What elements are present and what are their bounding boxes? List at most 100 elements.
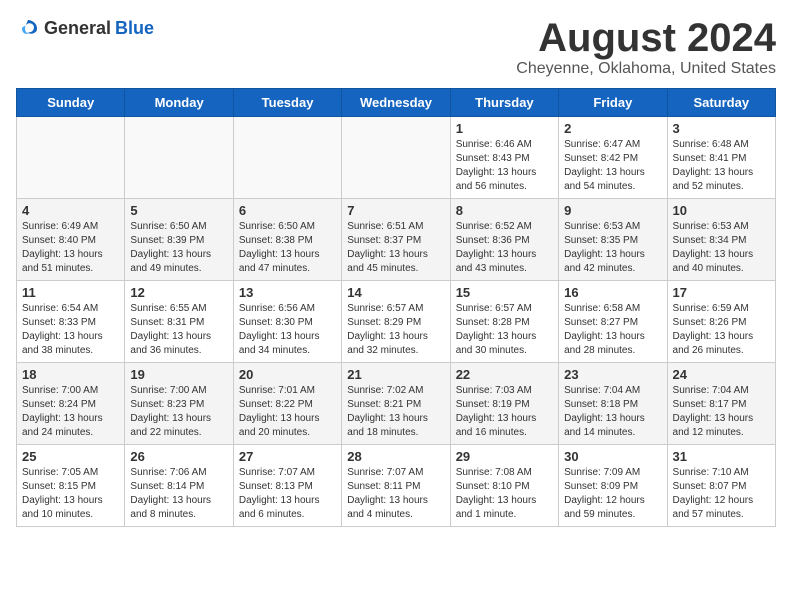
calendar-cell <box>125 117 233 199</box>
day-info: Sunrise: 7:00 AM Sunset: 8:24 PM Dayligh… <box>22 384 119 440</box>
day-info: Sunrise: 7:06 AM Sunset: 8:14 PM Dayligh… <box>130 466 227 522</box>
day-info: Sunrise: 7:00 AM Sunset: 8:23 PM Dayligh… <box>130 384 227 440</box>
calendar-cell: 8 Sunrise: 6:52 AM Sunset: 8:36 PM Daylig… <box>450 199 558 281</box>
day-header-friday: Friday <box>559 89 667 117</box>
day-number: 14 <box>347 285 444 300</box>
calendar-cell: 29 Sunrise: 7:08 AM Sunset: 8:10 PM Dayli… <box>450 445 558 527</box>
day-header-thursday: Thursday <box>450 89 558 117</box>
day-info: Sunrise: 7:02 AM Sunset: 8:21 PM Dayligh… <box>347 384 444 440</box>
calendar-cell: 31Sunrise: 7:10 AM Sunset: 8:07 PM Dayli… <box>667 445 775 527</box>
day-number: 29 <box>456 449 553 464</box>
day-info: Sunrise: 6:50 AM Sunset: 8:38 PM Dayligh… <box>239 220 336 276</box>
day-info: Sunrise: 6:59 AM Sunset: 8:26 PM Dayligh… <box>673 302 770 358</box>
calendar-cell: 22 Sunrise: 7:03 AM Sunset: 8:19 PM Dayli… <box>450 363 558 445</box>
header: General Blue August 2024 Cheyenne, Oklah… <box>16 16 776 78</box>
calendar-cell: 27 Sunrise: 7:07 AM Sunset: 8:13 PM Dayli… <box>233 445 341 527</box>
calendar-week-2: 4 Sunrise: 6:49 AM Sunset: 8:40 PM Daylig… <box>17 199 776 281</box>
calendar-cell <box>233 117 341 199</box>
day-number: 21 <box>347 367 444 382</box>
sub-title: Cheyenne, Oklahoma, United States <box>516 60 776 78</box>
calendar-week-3: 11Sunrise: 6:54 AM Sunset: 8:33 PM Dayli… <box>17 281 776 363</box>
day-info: Sunrise: 7:01 AM Sunset: 8:22 PM Dayligh… <box>239 384 336 440</box>
calendar-cell: 5 Sunrise: 6:50 AM Sunset: 8:39 PM Daylig… <box>125 199 233 281</box>
calendar-week-5: 25 Sunrise: 7:05 AM Sunset: 8:15 PM Dayli… <box>17 445 776 527</box>
calendar-cell: 11Sunrise: 6:54 AM Sunset: 8:33 PM Dayli… <box>17 281 125 363</box>
day-number: 4 <box>22 203 119 218</box>
calendar-cell <box>17 117 125 199</box>
day-number: 20 <box>239 367 336 382</box>
day-number: 30 <box>564 449 661 464</box>
logo-bird-icon <box>16 16 40 40</box>
calendar-cell: 21 Sunrise: 7:02 AM Sunset: 8:21 PM Dayli… <box>342 363 450 445</box>
day-number: 5 <box>130 203 227 218</box>
calendar-cell: 13 Sunrise: 6:56 AM Sunset: 8:30 PM Dayli… <box>233 281 341 363</box>
day-info: Sunrise: 6:49 AM Sunset: 8:40 PM Dayligh… <box>22 220 119 276</box>
calendar: SundayMondayTuesdayWednesdayThursdayFrid… <box>16 88 776 527</box>
calendar-cell: 9 Sunrise: 6:53 AM Sunset: 8:35 PM Daylig… <box>559 199 667 281</box>
day-info: Sunrise: 6:57 AM Sunset: 8:28 PM Dayligh… <box>456 302 553 358</box>
logo: General Blue <box>16 16 154 40</box>
calendar-cell: 30Sunrise: 7:09 AM Sunset: 8:09 PM Dayli… <box>559 445 667 527</box>
day-number: 10 <box>673 203 770 218</box>
day-info: Sunrise: 6:56 AM Sunset: 8:30 PM Dayligh… <box>239 302 336 358</box>
day-header-sunday: Sunday <box>17 89 125 117</box>
calendar-cell: 19 Sunrise: 7:00 AM Sunset: 8:23 PM Dayli… <box>125 363 233 445</box>
day-info: Sunrise: 7:05 AM Sunset: 8:15 PM Dayligh… <box>22 466 119 522</box>
day-number: 23 <box>564 367 661 382</box>
day-number: 22 <box>456 367 553 382</box>
day-header-monday: Monday <box>125 89 233 117</box>
calendar-cell: 28 Sunrise: 7:07 AM Sunset: 8:11 PM Dayli… <box>342 445 450 527</box>
calendar-cell: 17Sunrise: 6:59 AM Sunset: 8:26 PM Dayli… <box>667 281 775 363</box>
day-number: 7 <box>347 203 444 218</box>
calendar-cell: 23Sunrise: 7:04 AM Sunset: 8:18 PM Dayli… <box>559 363 667 445</box>
calendar-cell: 18Sunrise: 7:00 AM Sunset: 8:24 PM Dayli… <box>17 363 125 445</box>
calendar-week-1: 1 Sunrise: 6:46 AM Sunset: 8:43 PM Daylig… <box>17 117 776 199</box>
day-info: Sunrise: 7:03 AM Sunset: 8:19 PM Dayligh… <box>456 384 553 440</box>
calendar-cell: 6Sunrise: 6:50 AM Sunset: 8:38 PM Daylig… <box>233 199 341 281</box>
calendar-cell: 4 Sunrise: 6:49 AM Sunset: 8:40 PM Daylig… <box>17 199 125 281</box>
day-info: Sunrise: 7:07 AM Sunset: 8:13 PM Dayligh… <box>239 466 336 522</box>
day-number: 26 <box>130 449 227 464</box>
day-number: 24 <box>673 367 770 382</box>
day-number: 16 <box>564 285 661 300</box>
day-info: Sunrise: 6:51 AM Sunset: 8:37 PM Dayligh… <box>347 220 444 276</box>
day-number: 12 <box>130 285 227 300</box>
day-number: 9 <box>564 203 661 218</box>
day-info: Sunrise: 6:52 AM Sunset: 8:36 PM Dayligh… <box>456 220 553 276</box>
calendar-cell: 14 Sunrise: 6:57 AM Sunset: 8:29 PM Dayli… <box>342 281 450 363</box>
day-number: 8 <box>456 203 553 218</box>
logo-general-text: General <box>44 18 111 39</box>
day-info: Sunrise: 6:46 AM Sunset: 8:43 PM Dayligh… <box>456 138 553 194</box>
calendar-body: 1 Sunrise: 6:46 AM Sunset: 8:43 PM Daylig… <box>17 117 776 527</box>
logo-blue-text: Blue <box>115 18 154 39</box>
day-header-saturday: Saturday <box>667 89 775 117</box>
day-info: Sunrise: 6:50 AM Sunset: 8:39 PM Dayligh… <box>130 220 227 276</box>
calendar-cell: 15 Sunrise: 6:57 AM Sunset: 8:28 PM Dayli… <box>450 281 558 363</box>
day-number: 19 <box>130 367 227 382</box>
calendar-header-row: SundayMondayTuesdayWednesdayThursdayFrid… <box>17 89 776 117</box>
day-info: Sunrise: 7:08 AM Sunset: 8:10 PM Dayligh… <box>456 466 553 522</box>
day-info: Sunrise: 6:57 AM Sunset: 8:29 PM Dayligh… <box>347 302 444 358</box>
calendar-week-4: 18Sunrise: 7:00 AM Sunset: 8:24 PM Dayli… <box>17 363 776 445</box>
day-number: 13 <box>239 285 336 300</box>
day-number: 3 <box>673 121 770 136</box>
calendar-cell: 16Sunrise: 6:58 AM Sunset: 8:27 PM Dayli… <box>559 281 667 363</box>
day-number: 2 <box>564 121 661 136</box>
day-number: 28 <box>347 449 444 464</box>
day-info: Sunrise: 7:07 AM Sunset: 8:11 PM Dayligh… <box>347 466 444 522</box>
day-number: 25 <box>22 449 119 464</box>
calendar-cell: 24Sunrise: 7:04 AM Sunset: 8:17 PM Dayli… <box>667 363 775 445</box>
calendar-cell: 2 Sunrise: 6:47 AM Sunset: 8:42 PM Daylig… <box>559 117 667 199</box>
day-number: 1 <box>456 121 553 136</box>
calendar-cell: 25 Sunrise: 7:05 AM Sunset: 8:15 PM Dayli… <box>17 445 125 527</box>
day-number: 31 <box>673 449 770 464</box>
day-number: 27 <box>239 449 336 464</box>
calendar-cell: 20 Sunrise: 7:01 AM Sunset: 8:22 PM Dayli… <box>233 363 341 445</box>
calendar-cell: 10Sunrise: 6:53 AM Sunset: 8:34 PM Dayli… <box>667 199 775 281</box>
calendar-cell: 26 Sunrise: 7:06 AM Sunset: 8:14 PM Dayli… <box>125 445 233 527</box>
calendar-cell: 1 Sunrise: 6:46 AM Sunset: 8:43 PM Daylig… <box>450 117 558 199</box>
day-info: Sunrise: 6:53 AM Sunset: 8:35 PM Dayligh… <box>564 220 661 276</box>
day-number: 15 <box>456 285 553 300</box>
day-info: Sunrise: 6:47 AM Sunset: 8:42 PM Dayligh… <box>564 138 661 194</box>
day-header-tuesday: Tuesday <box>233 89 341 117</box>
